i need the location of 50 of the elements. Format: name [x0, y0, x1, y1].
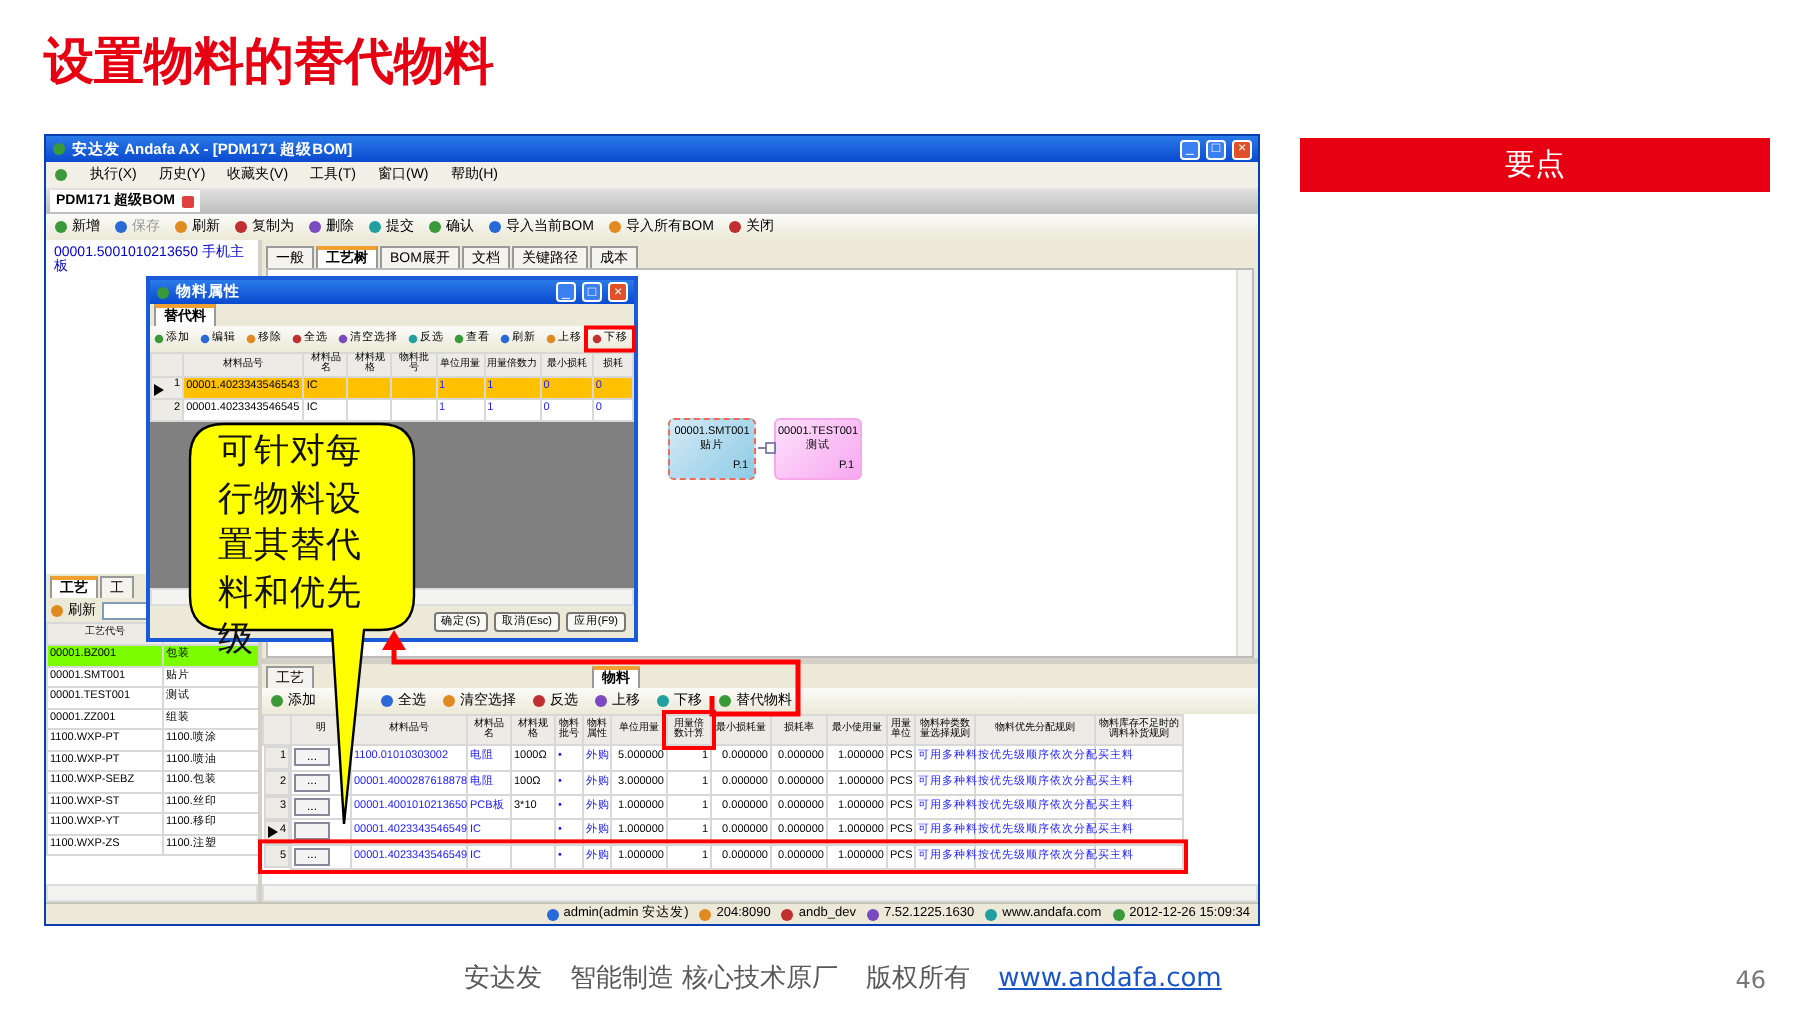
scrollbar[interactable]: [46, 884, 258, 902]
dot-icon: [50, 603, 64, 617]
app-icon: [156, 285, 170, 299]
dot-icon: [592, 334, 602, 344]
dot-icon: [718, 694, 732, 708]
highlight-frame: [584, 325, 636, 353]
footer-link[interactable]: www.andafa.com: [998, 960, 1222, 999]
dot-icon: [546, 334, 556, 344]
dot-icon: [607, 220, 622, 234]
dot-icon: [488, 220, 502, 234]
dot-icon: [154, 334, 164, 344]
dot-icon: [368, 220, 382, 234]
dot-icon: [380, 694, 394, 708]
slide-title: 设置物料的替代物料: [41, 30, 496, 94]
scrollbar[interactable]: [262, 884, 1258, 902]
page-number: 46: [1735, 963, 1766, 998]
footer-text: 安达发: [464, 962, 542, 998]
key-points-heading: 要点: [1300, 138, 1770, 192]
dot-icon: [292, 334, 302, 344]
dot-icon: [442, 694, 456, 708]
database-icon: [780, 907, 795, 921]
dot-icon: [656, 694, 670, 708]
row-pointer-icon: [267, 826, 278, 839]
dot-icon: [308, 220, 322, 234]
computer-icon: [698, 907, 713, 921]
connector-drawing: [758, 442, 776, 454]
dot-icon: [234, 220, 248, 234]
dot-icon: [246, 334, 256, 344]
dot-icon: [200, 334, 210, 344]
footer-text: 版权所有: [866, 962, 971, 998]
dot-icon: [54, 220, 68, 234]
dot-icon: [454, 334, 464, 344]
close-icon[interactable]: [181, 195, 194, 207]
user-icon: [545, 907, 560, 921]
row-pointer-icon: [154, 383, 164, 395]
dot-icon: [428, 220, 442, 234]
globe-icon: [984, 907, 999, 921]
clock-icon: [1111, 907, 1126, 921]
dot-icon: [500, 334, 510, 344]
dot-icon: [174, 220, 188, 234]
dot-icon: [408, 334, 418, 344]
dot-icon: [270, 694, 284, 708]
dot-icon: [114, 220, 128, 234]
dot-icon: [532, 694, 546, 708]
scrollbar[interactable]: [1236, 270, 1252, 656]
dot-icon: [727, 220, 742, 234]
dot-icon: [594, 694, 608, 708]
detail-button[interactable]: [294, 821, 330, 840]
footer-text: 智能制造 核心技术原厂: [570, 962, 839, 998]
dot-icon: [338, 334, 348, 344]
